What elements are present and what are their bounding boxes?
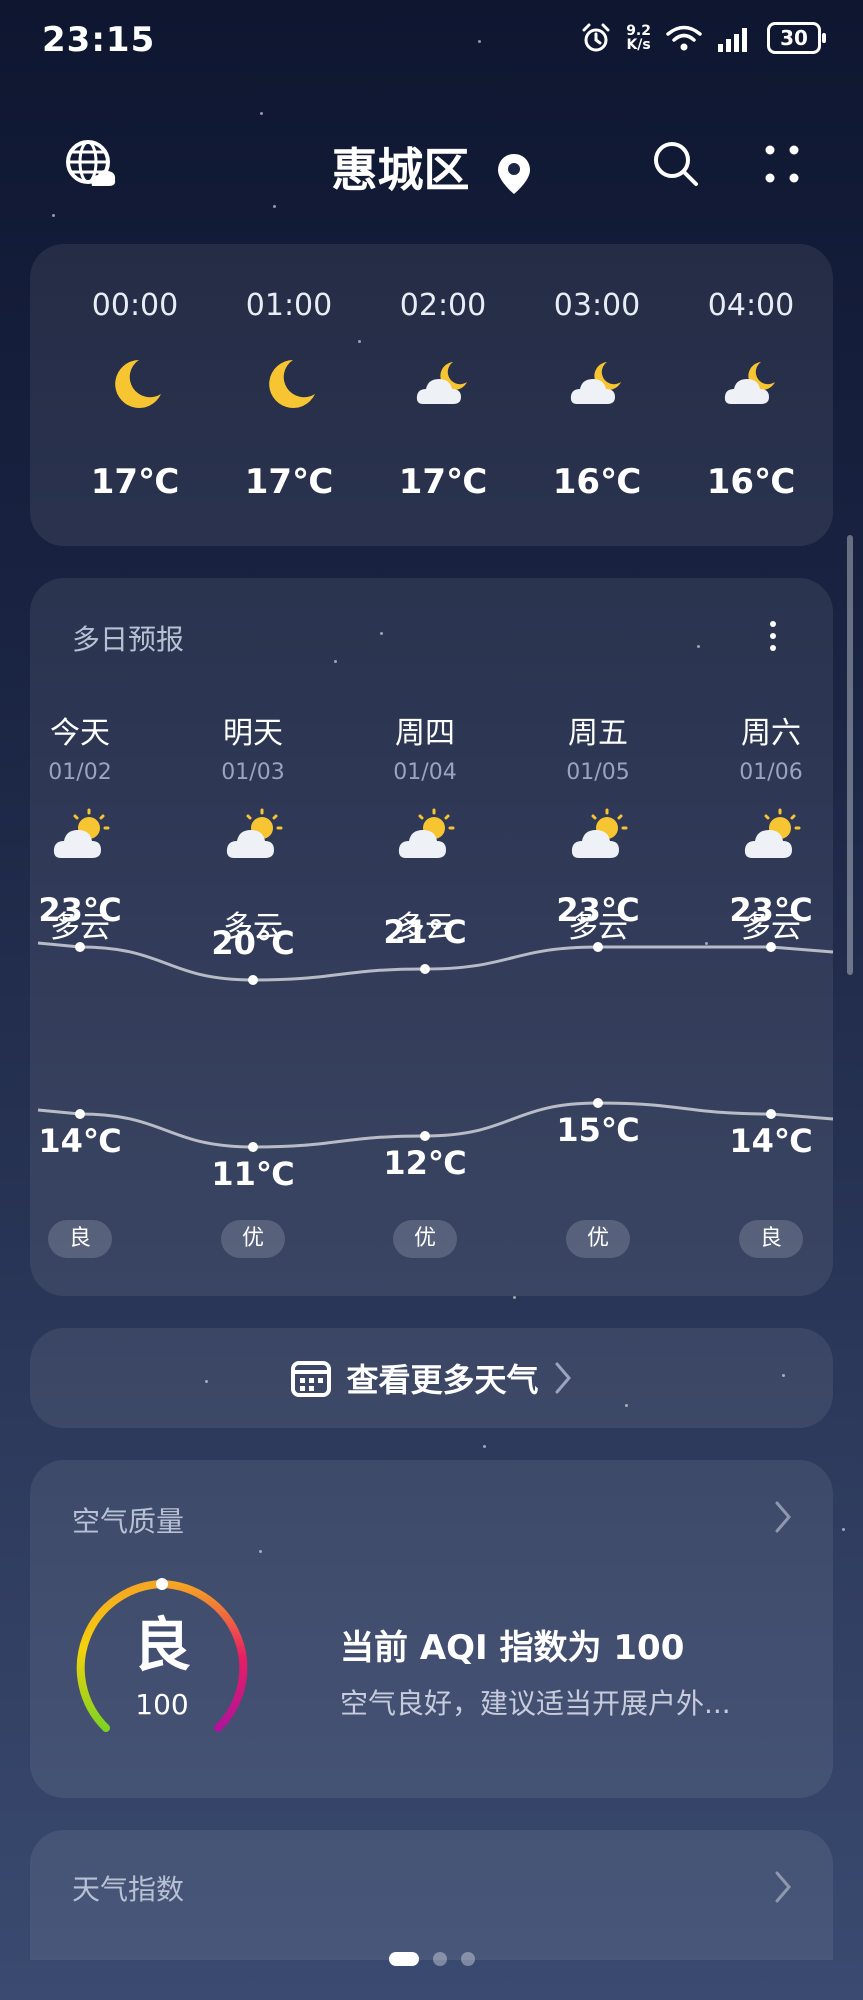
low-temp-label: 15℃ bbox=[556, 1111, 640, 1149]
hour-time: 00:00 bbox=[91, 288, 179, 323]
high-temp-line-point bbox=[75, 942, 85, 952]
high-temp-label: 23℃ bbox=[38, 891, 122, 929]
location-pin-icon bbox=[497, 153, 530, 194]
low-temp-label: 14℃ bbox=[729, 1122, 813, 1160]
high-temp-label: 23℃ bbox=[556, 891, 640, 929]
high-temp-label: 20℃ bbox=[211, 924, 295, 962]
more-weather-button[interactable]: 查看更多天气 bbox=[30, 1328, 833, 1428]
hour-time: 02:00 bbox=[399, 288, 487, 323]
hour-time: 04:00 bbox=[707, 288, 795, 323]
location-title[interactable]: 惠城区 bbox=[0, 134, 863, 200]
hour-time: 01:00 bbox=[245, 288, 333, 323]
low-temp-line-point bbox=[420, 1131, 430, 1141]
air-quality-title: 空气质量 bbox=[72, 1505, 185, 1538]
high-temp-line-point bbox=[766, 942, 776, 952]
hour-temp: 16℃ bbox=[706, 462, 796, 502]
aqi-advice: 空气良好，建议适当开展户外... bbox=[340, 1687, 731, 1720]
network-speed-unit: K/s bbox=[626, 37, 651, 53]
high-temp-label: 21℃ bbox=[383, 913, 467, 951]
hour-temp: 17℃ bbox=[90, 462, 180, 502]
wifi-icon bbox=[666, 25, 702, 51]
low-temp-line-point bbox=[593, 1098, 603, 1108]
low-temp-line-point bbox=[75, 1109, 85, 1119]
moon-cloud-icon bbox=[570, 362, 621, 404]
menu-dots-icon[interactable] bbox=[752, 136, 812, 192]
search-icon[interactable] bbox=[648, 136, 704, 192]
high-temp-label: 23℃ bbox=[729, 891, 813, 929]
page-dot-active[interactable] bbox=[388, 1952, 419, 1966]
calendar-icon bbox=[291, 1361, 332, 1397]
network-speed-value: 9.2 bbox=[626, 23, 651, 39]
moon-cloud-icon bbox=[724, 362, 775, 404]
battery-indicator: 30 bbox=[767, 22, 826, 54]
low-temp-line-point bbox=[248, 1142, 258, 1152]
signal-icon bbox=[718, 28, 747, 52]
app-header: 惠城区 bbox=[0, 130, 863, 200]
status-icons: 9.2 K/s 30 bbox=[580, 22, 826, 54]
status-bar: 23:15 9.2 K/s 30 bbox=[0, 0, 863, 84]
air-quality-card[interactable]: 空气质量 良 100 当前 AQI 指数为 100 空气良好，建议适当开展户外.… bbox=[30, 1460, 833, 1798]
alarm-icon bbox=[582, 23, 610, 52]
aqi-headline: 当前 AQI 指数为 100 bbox=[340, 1628, 685, 1668]
weather-index-title: 天气指数 bbox=[72, 1873, 185, 1906]
page-dot[interactable] bbox=[460, 1952, 475, 1966]
multi-day-forecast-card[interactable]: 多日预报 今天 01/02 多云良明天 01/03 多云优周四 01/04 多云优周五 01/… bbox=[30, 578, 834, 1296]
hour-temp: 17℃ bbox=[398, 462, 488, 502]
moon-icon bbox=[269, 360, 315, 408]
chevron-right-icon[interactable] bbox=[773, 1500, 793, 1534]
scrollbar[interactable] bbox=[847, 535, 853, 975]
high-temp-line-point bbox=[593, 942, 603, 952]
aqi-value: 100 bbox=[135, 1688, 189, 1721]
low-temp-line-point bbox=[766, 1109, 776, 1119]
moon-icon bbox=[115, 360, 161, 408]
hour-time: 03:00 bbox=[553, 288, 641, 323]
weather-index-card[interactable]: 天气指数 bbox=[30, 1830, 833, 1960]
hour-temp: 16℃ bbox=[552, 462, 642, 502]
page-indicator[interactable] bbox=[0, 1952, 863, 1966]
high-temp-line-point bbox=[248, 975, 258, 985]
chevron-right-icon[interactable] bbox=[773, 1870, 793, 1904]
status-time: 23:15 bbox=[42, 20, 156, 60]
page-dot[interactable] bbox=[432, 1952, 447, 1966]
hour-temp: 17℃ bbox=[244, 462, 334, 502]
aqi-grade: 良 bbox=[132, 1611, 191, 1679]
low-temp-label: 14℃ bbox=[38, 1122, 122, 1160]
location-name: 惠城区 bbox=[331, 143, 470, 197]
high-temp-line-point bbox=[420, 964, 430, 974]
low-temp-label: 12℃ bbox=[383, 1144, 467, 1182]
more-weather-label: 查看更多天气 bbox=[346, 1361, 539, 1399]
chevron-right-icon bbox=[555, 1362, 571, 1394]
network-speed: 9.2 K/s bbox=[626, 24, 651, 52]
moon-cloud-icon bbox=[416, 362, 467, 404]
hourly-forecast-card[interactable]: 00:00 17℃ 01:00 17℃ 02:00 17℃ 03:00 16℃ … bbox=[30, 244, 833, 546]
low-temp-label: 11℃ bbox=[211, 1155, 295, 1193]
